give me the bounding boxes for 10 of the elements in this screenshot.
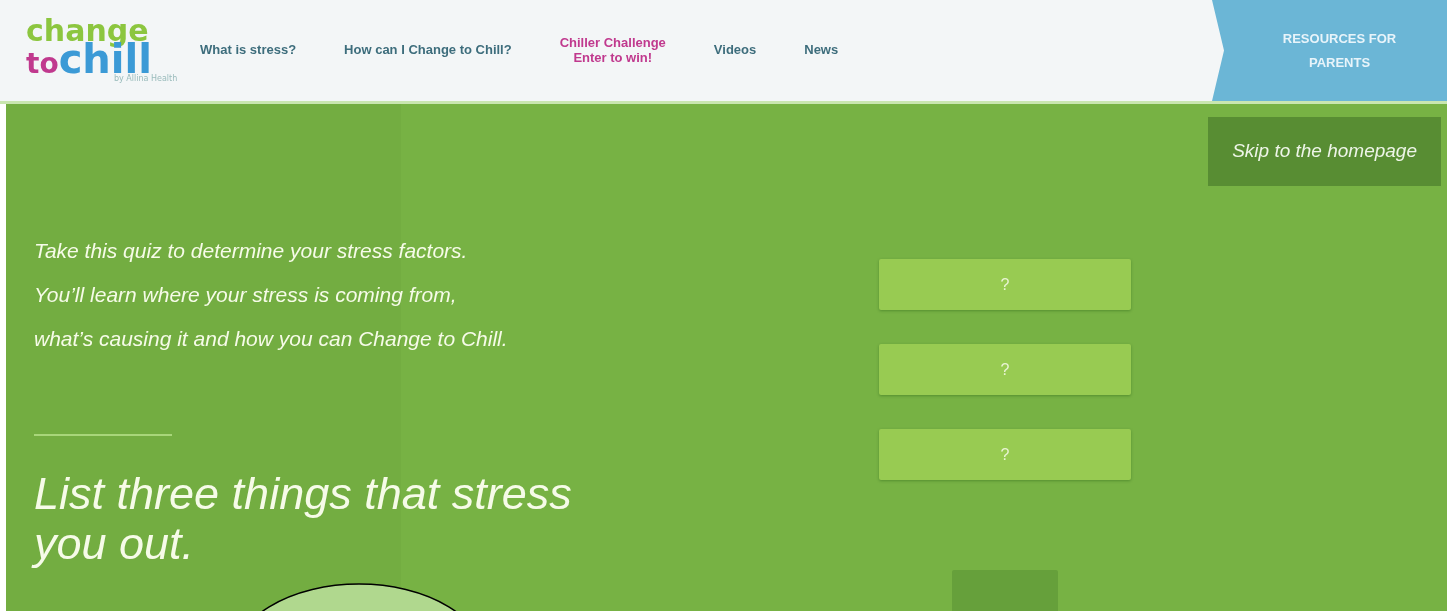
answer-field[interactable]: ? [879, 259, 1131, 310]
nav-link[interactable]: What is stress? [200, 43, 297, 58]
answer-field[interactable]: ? [879, 344, 1131, 395]
skip-button[interactable]: Skip to the homepage [1208, 117, 1441, 186]
nav-link[interactable]: News [804, 43, 839, 58]
nav-link[interactable]: Videos [713, 43, 757, 58]
nav-link[interactable]: Chiller Challenge Enter to win! [559, 36, 666, 65]
intro-text: Take this quiz to determine your stress factors. You’ll learn where your stress is coming from, what’s causing it and how you can Change to Chill. [34, 238, 509, 352]
nav-link[interactable]: How can I Change to Chill? [344, 43, 512, 58]
answer-field[interactable]: ? [879, 429, 1131, 480]
